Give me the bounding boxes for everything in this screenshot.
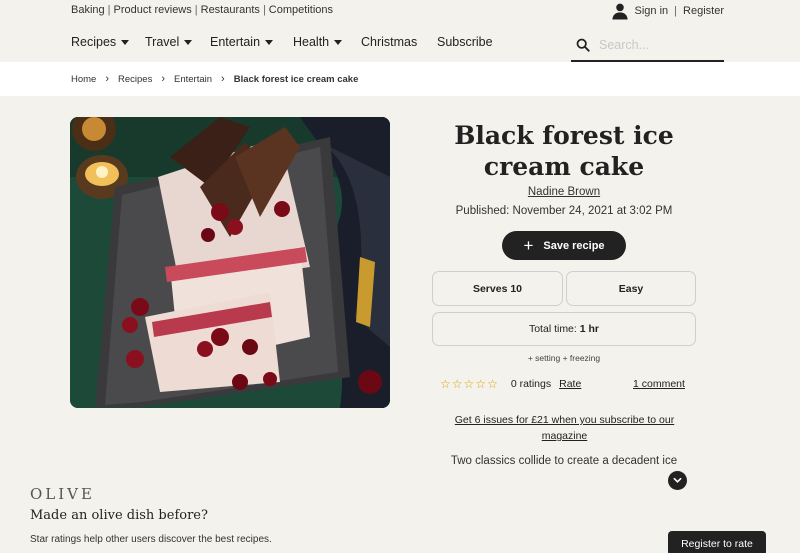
star-icon[interactable]: ☆ (464, 378, 475, 390)
caret-down-icon (184, 39, 193, 45)
recipe-description: Two classics collide to create a decaden… (450, 455, 678, 467)
caret-down-icon (265, 39, 274, 45)
utility-link-competitions[interactable]: Competitions (269, 4, 333, 16)
utility-bar: Baking | Product reviews | Restaurants | Compe… (0, 0, 800, 22)
total-time-value: 1 hr (579, 323, 600, 335)
search-icon[interactable] (576, 38, 590, 52)
total-time-info: Total time: 1 hr (432, 312, 696, 346)
olive-logo: OLIVE (30, 485, 95, 503)
nav-item-subscribe[interactable]: Subscribe (437, 35, 493, 49)
chevron-right-icon: › (161, 73, 166, 85)
nav-label: Subscribe (437, 35, 493, 49)
page-title: Black forest ice cream cake (454, 121, 674, 181)
breadcrumb-current: Black forest ice cream cake (233, 73, 359, 85)
account-links: Sign in | Register (611, 2, 724, 20)
utility-link-baking[interactable]: Baking (71, 4, 105, 16)
divider: | (107, 4, 111, 16)
divider: | (194, 4, 198, 16)
search-input[interactable] (599, 38, 719, 52)
main-nav: Recipes Travel Entertain Health Christma… (0, 22, 800, 62)
star-icon[interactable]: ☆ (440, 378, 451, 390)
difficulty-text: Easy (618, 282, 644, 295)
register-link[interactable]: Register (683, 5, 724, 17)
nav-item-christmas[interactable]: Christmas (361, 35, 417, 49)
utility-link-restaurants[interactable]: Restaurants (201, 4, 260, 16)
star-icon[interactable]: ☆ (487, 378, 498, 390)
divider: | (262, 4, 266, 16)
chevron-right-icon: › (105, 73, 110, 85)
nav-label: Travel (145, 35, 180, 49)
register-to-rate-button[interactable]: Register to rate (668, 531, 766, 553)
nav-item-health[interactable]: Health (293, 35, 343, 49)
nav-item-recipes[interactable]: Recipes (71, 35, 130, 49)
breadcrumb: Home › Recipes › Entertain › Black fores… (0, 62, 800, 96)
divider: | (674, 5, 678, 17)
user-icon[interactable] (611, 2, 629, 20)
nav-item-travel[interactable]: Travel (145, 35, 193, 49)
promo-text: Star ratings help other users discover t… (30, 534, 272, 545)
utility-link-product-reviews[interactable]: Product reviews (114, 4, 192, 16)
published-date: Published: November 24, 2021 at 3:02 PM (455, 205, 673, 217)
nav-label: Entertain (210, 35, 261, 49)
caret-down-icon (334, 39, 343, 45)
nav-label: Health (293, 35, 330, 49)
breadcrumb-entertain[interactable]: Entertain (174, 74, 212, 85)
nav-label: Christmas (361, 35, 418, 49)
chevron-right-icon: › (221, 73, 225, 85)
caret-down-icon (121, 39, 130, 45)
nav-item-entertain[interactable]: Entertain (210, 35, 274, 49)
search-bar (571, 30, 724, 62)
breadcrumb-recipes[interactable]: Recipes (118, 74, 152, 85)
serves-info: Serves 10 (432, 271, 563, 306)
nav-label: Recipes (71, 35, 117, 49)
time-note: + setting + freezing (527, 353, 601, 363)
breadcrumb-list: Home › Recipes › Entertain › Black fores… (71, 73, 358, 85)
total-time-label: Total time: (528, 323, 577, 335)
chevron-down-icon (673, 477, 682, 483)
subscribe-offer-link[interactable]: Get 6 issues for £21 when you subscribe … (442, 412, 687, 444)
ratings-count: 0 ratings (510, 378, 552, 390)
promo-heading: Made an olive dish before? (30, 508, 208, 523)
star-rating[interactable]: ☆ ☆ ☆ ☆ ☆ (440, 378, 498, 390)
utility-links: Baking | Product reviews | Restaurants | Compe… (71, 4, 333, 16)
comments-link[interactable]: 1 comment (633, 378, 685, 390)
expand-description-button[interactable] (668, 471, 687, 490)
star-icon[interactable]: ☆ (475, 378, 486, 390)
rating-row: ☆ ☆ ☆ ☆ ☆ 0 ratings Rate 1 comment (440, 376, 700, 392)
rate-link[interactable]: Rate (559, 378, 581, 390)
plus-icon: + (523, 236, 534, 255)
author-link[interactable]: Nadine Brown (420, 186, 708, 198)
serves-text: Serves 10 (472, 282, 523, 295)
breadcrumb-home[interactable]: Home (71, 74, 96, 85)
difficulty-info: Easy (566, 271, 696, 306)
star-icon[interactable]: ☆ (452, 378, 463, 390)
sign-in-link[interactable]: Sign in (635, 5, 669, 17)
recipe-image (70, 117, 390, 408)
save-recipe-label: Save recipe (543, 239, 605, 252)
save-recipe-button[interactable]: + Save recipe (502, 231, 626, 260)
